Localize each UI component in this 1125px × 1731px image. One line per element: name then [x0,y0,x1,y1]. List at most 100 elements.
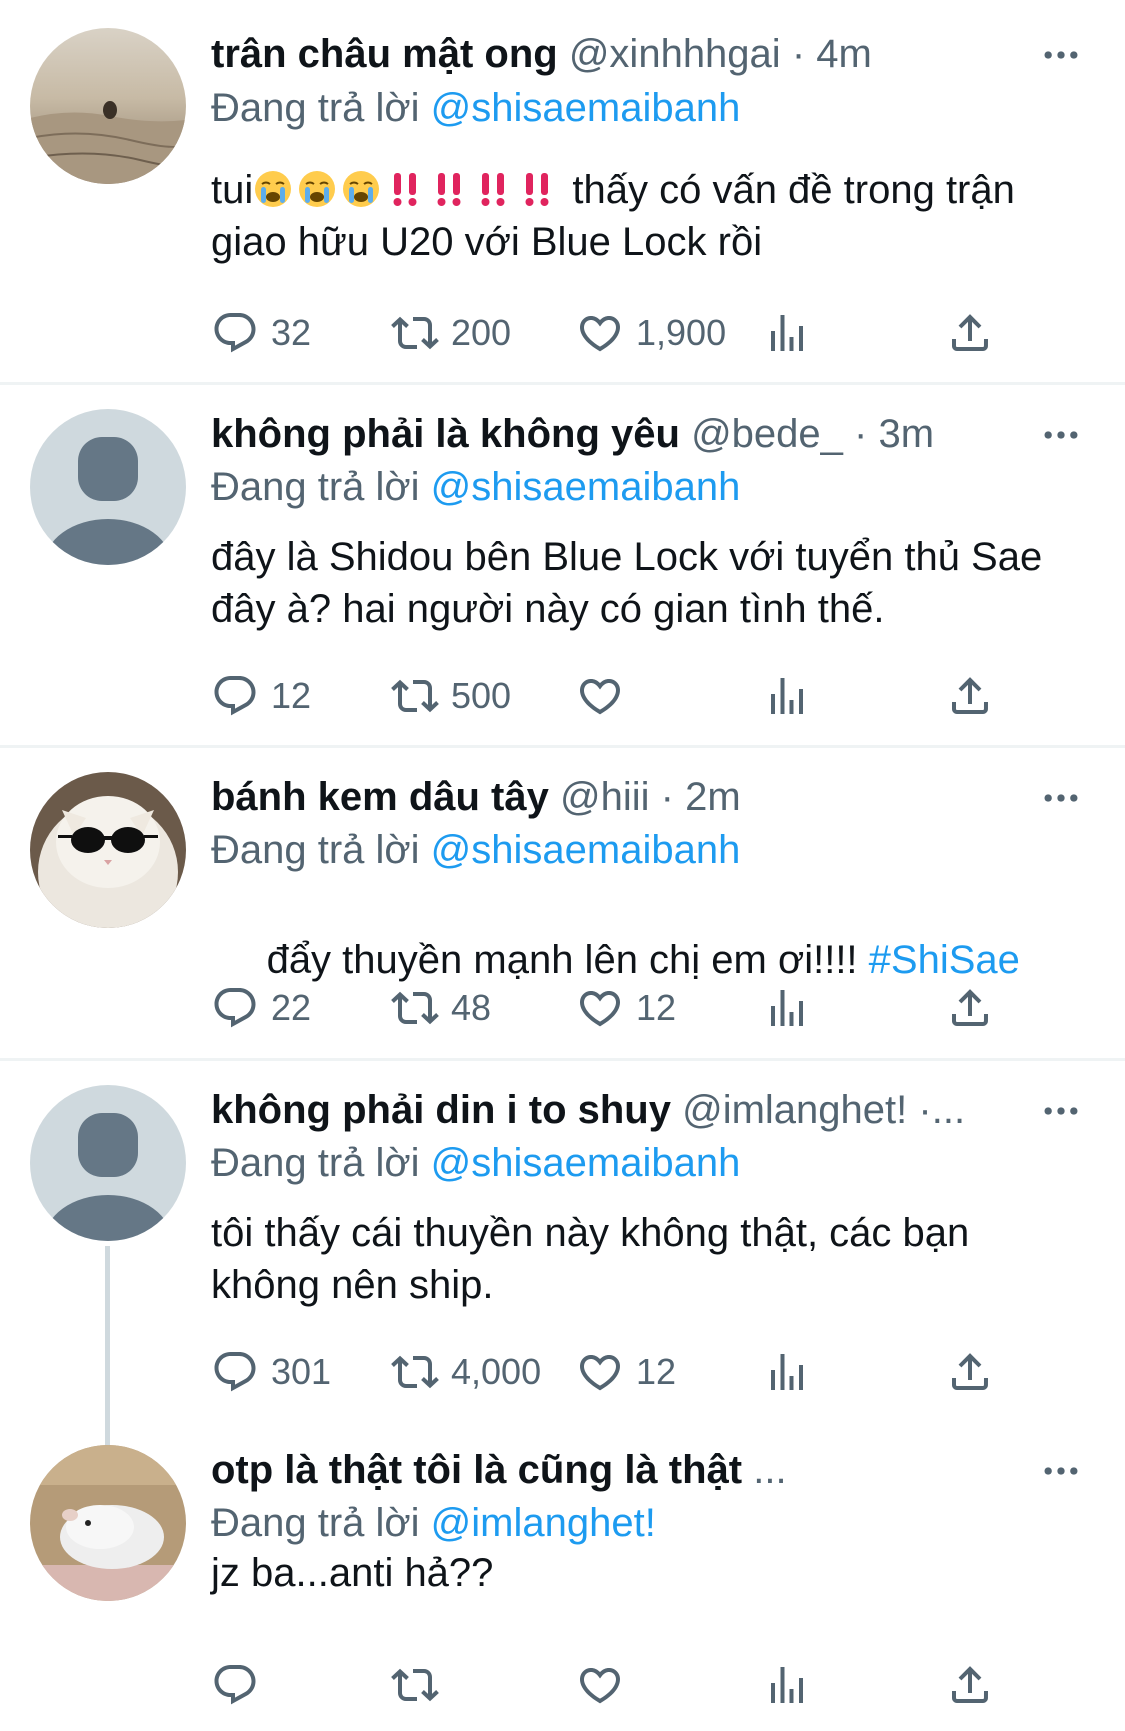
retweet-count: 48 [451,987,492,1028]
like-button[interactable] [576,668,636,724]
reply-icon [211,1661,259,1709]
views-button[interactable] [763,305,811,361]
display-name[interactable]: không phải din i to shuy [211,1088,671,1132]
tweet-header: không phải là không yêu @bede_ · 3m [211,405,1035,463]
timestamp[interactable]: 2m [685,775,741,819]
retweet-icon [391,1348,439,1396]
handle[interactable]: @xinhhhgai [569,32,781,76]
reply-button[interactable]: 301 [211,1344,331,1400]
like-button[interactable]: 12 [576,980,676,1036]
share-button[interactable] [946,305,994,361]
handle[interactable]: @imlanghet! [682,1088,907,1132]
loudly-crying-face-icon [341,169,381,209]
double-exclamation-icon [429,169,469,209]
separator: · [854,412,868,456]
display-name[interactable]: otp là thật tôi là cũng là thật [211,1448,742,1492]
replying-to-label: Đang trả lời [211,86,420,130]
timestamp[interactable]: 4m [816,32,872,76]
reply-button[interactable] [211,1657,271,1713]
reply-count: 32 [271,312,312,353]
replying-to-label: Đang trả lời [211,465,420,509]
reply-icon [211,672,259,720]
avatar[interactable] [30,409,186,565]
more-icon [1039,33,1083,77]
double-exclamation-icon [517,169,557,209]
tweet-text-lead: tui [211,168,254,212]
avatar[interactable] [30,772,186,928]
more-icon [1039,776,1083,820]
double-exclamation-icon [385,169,425,209]
replying-to-label: Đang trả lời [211,1501,420,1545]
avatar[interactable] [30,1445,186,1601]
reply-mention-link[interactable]: @shisaemaibanh [431,86,741,130]
tweet[interactable]: bánh kem dâu tây @hiii · 2m Đang trả lời… [0,748,1125,1058]
avatar[interactable] [30,1085,186,1241]
reply-mention-link[interactable]: @shisaemaibanh [431,1141,741,1185]
heart-icon [576,984,624,1032]
more-options-button[interactable] [1039,1089,1083,1133]
display-name[interactable]: không phải là không yêu [211,412,680,456]
tweet-actions: 32 200 1,900 [211,305,1011,361]
like-count: 12 [636,1351,677,1392]
retweet-button[interactable] [391,1657,451,1713]
handle[interactable]: @hiii [560,775,650,819]
thread-connector [105,1246,110,1446]
reply-button[interactable]: 32 [211,305,311,361]
retweet-button[interactable]: 4,000 [391,1344,541,1400]
more-options-button[interactable] [1039,1449,1083,1493]
like-button[interactable]: 1,900 [576,305,726,361]
like-count: 1,900 [636,312,727,353]
more-options-button[interactable] [1039,413,1083,457]
share-button[interactable] [946,1344,994,1400]
retweet-button[interactable]: 200 [391,305,511,361]
retweet-icon [391,309,439,357]
tweet-actions: 301 4,000 12 [211,1344,1011,1400]
views-button[interactable] [763,668,811,724]
share-button[interactable] [946,980,994,1036]
tweet-text: tui thấy có vấn đề trong trận giao hữu U… [211,164,1071,268]
default-profile-icon [30,1085,186,1241]
display-name[interactable]: trân châu mật ong [211,32,558,76]
views-button[interactable] [763,1657,811,1713]
handle[interactable]: ... [753,1448,786,1492]
avatar[interactable] [30,28,186,184]
tweet-header: bánh kem dâu tây @hiii · 2m [211,768,1035,826]
timestamp[interactable]: 3m [878,412,934,456]
reply-button[interactable]: 22 [211,980,311,1036]
tweet-text-content: đẩy thuyền mạnh lên chị em ơi!!!! [255,938,869,982]
heart-icon [576,1348,624,1396]
views-icon [763,309,811,357]
more-options-button[interactable] [1039,33,1083,77]
tweet[interactable]: trân châu mật ong @xinhhhgai · 4m Đang t… [0,0,1125,382]
reply-mention-link[interactable]: @shisaemaibanh [431,465,741,509]
views-button[interactable] [763,1344,811,1400]
handle[interactable]: @bede_ [691,412,843,456]
tweet[interactable]: không phải là không yêu @bede_ · 3m Đang… [0,385,1125,745]
views-icon [763,1661,811,1709]
separator: · [660,775,674,819]
like-button[interactable]: 12 [576,1344,676,1400]
heart-icon [576,1661,624,1709]
reply-button[interactable]: 12 [211,668,311,724]
tweet[interactable]: otp là thật tôi là cũng là thật ... Đang… [0,1421,1125,1731]
reply-mention-link[interactable]: @shisaemaibanh [431,828,741,872]
display-name[interactable]: bánh kem dâu tây [211,775,549,819]
loudly-crying-face-icon [297,169,337,209]
share-button[interactable] [946,668,994,724]
share-button[interactable] [946,1657,994,1713]
views-button[interactable] [763,980,811,1036]
views-icon [763,984,811,1032]
separator: · [791,32,806,76]
tweet-text: tôi thấy cái thuyền này không thật, các … [211,1211,970,1307]
retweet-icon [391,1661,439,1709]
reply-mention-link[interactable]: @imlanghet! [431,1501,656,1545]
tweet[interactable]: không phải din i to shuy @imlanghet! ·..… [0,1061,1125,1446]
hashtag-link[interactable]: #ShiSae [869,938,1020,982]
share-icon [946,1661,994,1709]
retweet-button[interactable]: 500 [391,668,511,724]
more-options-button[interactable] [1039,776,1083,820]
like-button[interactable] [576,1657,636,1713]
share-icon [946,984,994,1032]
heart-icon [576,309,624,357]
retweet-button[interactable]: 48 [391,980,491,1036]
